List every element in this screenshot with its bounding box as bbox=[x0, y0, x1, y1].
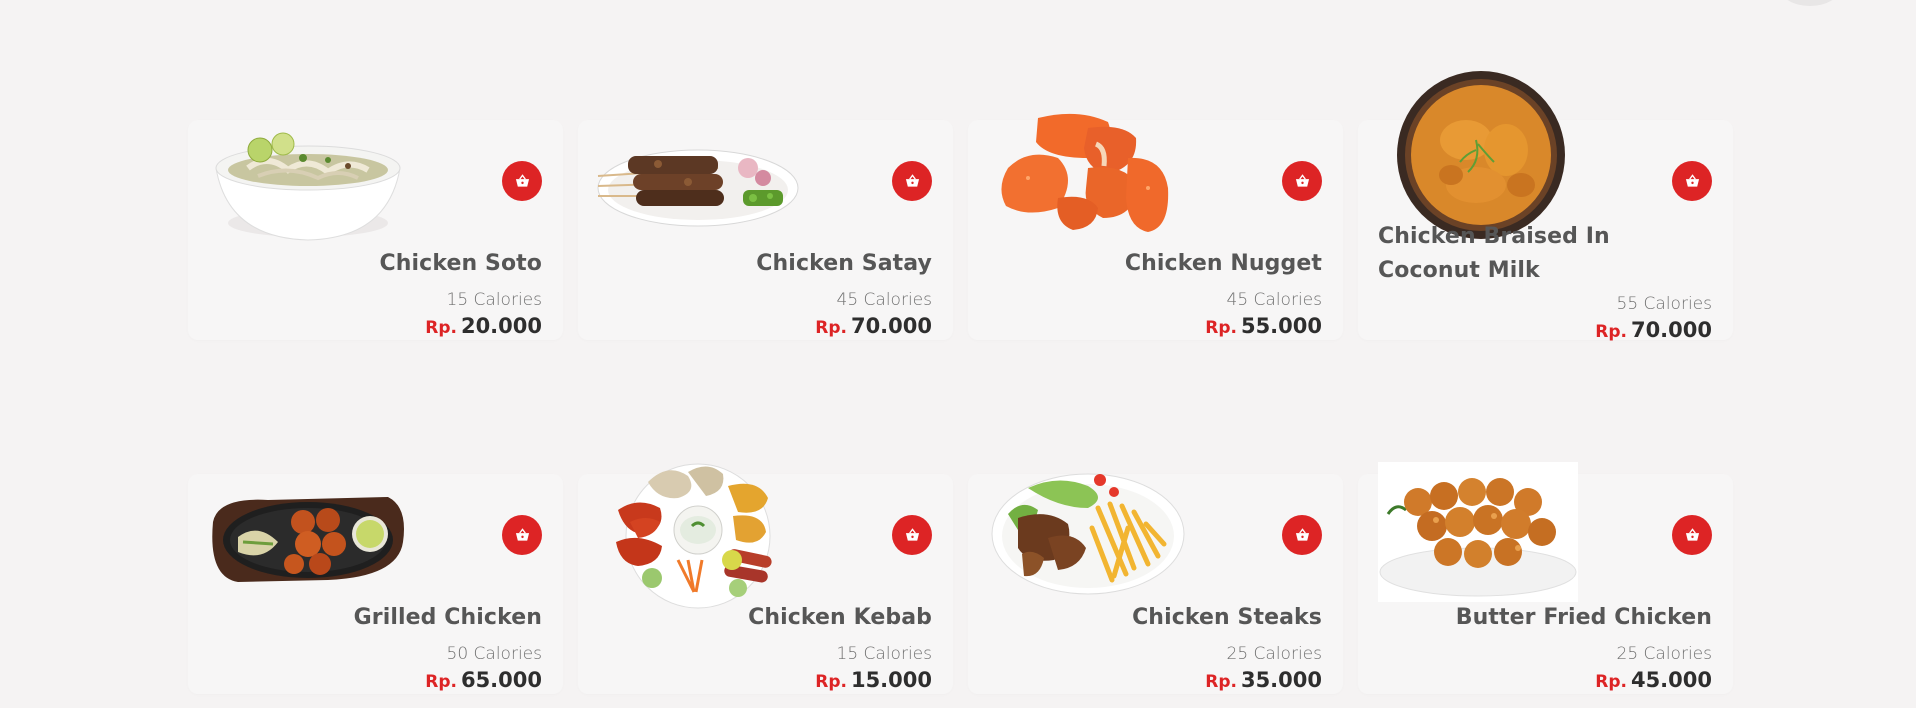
product-card[interactable]: Grilled Chicken 50 Calories Rp. 65.000 bbox=[188, 474, 563, 694]
currency-label: Rp. bbox=[1595, 672, 1627, 692]
product-calories: 25 Calories bbox=[1616, 644, 1712, 664]
product-card[interactable]: Chicken Braised In Coconut Milk 55 Calor… bbox=[1358, 71, 1733, 342]
price-amount: 35.000 bbox=[1240, 668, 1322, 692]
product-name: Grilled Chicken bbox=[353, 605, 542, 630]
add-to-cart-button[interactable] bbox=[502, 515, 542, 555]
product-info: Chicken Kebab 15 Calories Rp. 15.000 bbox=[748, 605, 932, 694]
product-card[interactable]: Chicken Nugget 45 Calories Rp. 55.000 bbox=[968, 113, 1343, 340]
price-amount: 70.000 bbox=[850, 314, 932, 338]
add-to-cart-button[interactable] bbox=[502, 161, 542, 201]
product-grid: Chicken Soto 15 Calories Rp. 20.000 Chic… bbox=[188, 71, 1733, 694]
menu-page: Chicken Soto 15 Calories Rp. 20.000 Chic… bbox=[0, 0, 1916, 708]
product-calories: 15 Calories bbox=[836, 644, 932, 664]
basket-icon bbox=[515, 174, 529, 187]
product-calories: 45 Calories bbox=[836, 290, 932, 310]
kebab-platter-image bbox=[598, 452, 798, 612]
currency-label: Rp. bbox=[815, 672, 847, 692]
currency-label: Rp. bbox=[425, 672, 457, 692]
product-name: Chicken Satay bbox=[756, 251, 932, 276]
product-name: Chicken Kebab bbox=[748, 605, 932, 630]
steak-fries-plate-image bbox=[988, 468, 1188, 598]
product-calories: 25 Calories bbox=[1226, 644, 1322, 664]
product-name: Chicken Steaks bbox=[1132, 605, 1322, 630]
product-calories: 55 Calories bbox=[1616, 294, 1712, 314]
add-to-cart-button[interactable] bbox=[1672, 161, 1712, 201]
price-amount: 65.000 bbox=[460, 668, 542, 692]
product-info: Chicken Braised In Coconut Milk 55 Calor… bbox=[1378, 220, 1712, 344]
product-price: Rp. 35.000 bbox=[1132, 668, 1322, 692]
add-to-cart-button[interactable] bbox=[1672, 515, 1712, 555]
product-price: Rp. 65.000 bbox=[354, 668, 542, 692]
currency-label: Rp. bbox=[815, 318, 847, 338]
decorative-circle bbox=[1780, 0, 1840, 6]
product-price: Rp. 45.000 bbox=[1456, 668, 1712, 692]
product-name: Butter Fried Chicken bbox=[1455, 605, 1712, 630]
product-card[interactable]: Chicken Kebab 15 Calories Rp. 15.000 bbox=[578, 463, 953, 694]
add-to-cart-button[interactable] bbox=[892, 161, 932, 201]
product-calories: 15 Calories bbox=[446, 290, 542, 310]
basket-icon bbox=[1295, 528, 1309, 541]
basket-icon bbox=[1685, 528, 1699, 541]
sizzler-plate-image bbox=[208, 482, 408, 602]
currency-label: Rp. bbox=[425, 318, 457, 338]
product-calories: 45 Calories bbox=[1226, 290, 1322, 310]
price-amount: 55.000 bbox=[1240, 314, 1322, 338]
product-price: Rp. 20.000 bbox=[380, 314, 542, 338]
product-card[interactable]: Chicken Satay 45 Calories Rp. 70.000 bbox=[578, 120, 953, 340]
price-amount: 70.000 bbox=[1630, 318, 1712, 342]
basket-icon bbox=[1295, 174, 1309, 187]
price-amount: 15.000 bbox=[850, 668, 932, 692]
product-name: Chicken Soto bbox=[379, 251, 542, 276]
product-price: Rp. 70.000 bbox=[756, 314, 932, 338]
product-price: Rp. 70.000 bbox=[1378, 318, 1712, 342]
product-card[interactable]: Chicken Steaks 25 Calories Rp. 35.000 bbox=[968, 473, 1343, 694]
soto-bowl-image bbox=[208, 128, 408, 248]
currency-label: Rp. bbox=[1595, 322, 1627, 342]
price-amount: 20.000 bbox=[460, 314, 542, 338]
basket-icon bbox=[1685, 174, 1699, 187]
price-amount: 45.000 bbox=[1630, 668, 1712, 692]
product-name: Chicken Braised In Coconut Milk bbox=[1378, 224, 1610, 283]
product-info: Chicken Satay 45 Calories Rp. 70.000 bbox=[756, 251, 932, 340]
fried-chicken-plate-image bbox=[1378, 462, 1578, 602]
currency-label: Rp. bbox=[1205, 318, 1237, 338]
basket-icon bbox=[905, 174, 919, 187]
add-to-cart-button[interactable] bbox=[1282, 161, 1322, 201]
currency-label: Rp. bbox=[1205, 672, 1237, 692]
basket-icon bbox=[905, 528, 919, 541]
product-price: Rp. 55.000 bbox=[1125, 314, 1322, 338]
add-to-cart-button[interactable] bbox=[1282, 515, 1322, 555]
product-info: Chicken Steaks 25 Calories Rp. 35.000 bbox=[1132, 605, 1322, 694]
curry-bowl-image bbox=[1396, 70, 1566, 240]
add-to-cart-button[interactable] bbox=[892, 515, 932, 555]
satay-plate-image bbox=[597, 128, 799, 248]
product-info: Chicken Soto 15 Calories Rp. 20.000 bbox=[380, 251, 542, 340]
product-card[interactable]: Chicken Soto 15 Calories Rp. 20.000 bbox=[188, 120, 563, 340]
product-name: Chicken Nugget bbox=[1124, 251, 1322, 276]
product-price: Rp. 15.000 bbox=[748, 668, 932, 692]
product-calories: 50 Calories bbox=[446, 644, 542, 664]
basket-icon bbox=[515, 528, 529, 541]
product-card[interactable]: Butter Fried Chicken 25 Calories Rp. 45.0… bbox=[1358, 462, 1733, 694]
product-info: Chicken Nugget 45 Calories Rp. 55.000 bbox=[1125, 251, 1322, 340]
product-info: Grilled Chicken 50 Calories Rp. 65.000 bbox=[354, 605, 542, 694]
product-info: Butter Fried Chicken 25 Calories Rp. 45.0… bbox=[1456, 605, 1712, 694]
nuggets-image bbox=[988, 108, 1188, 248]
